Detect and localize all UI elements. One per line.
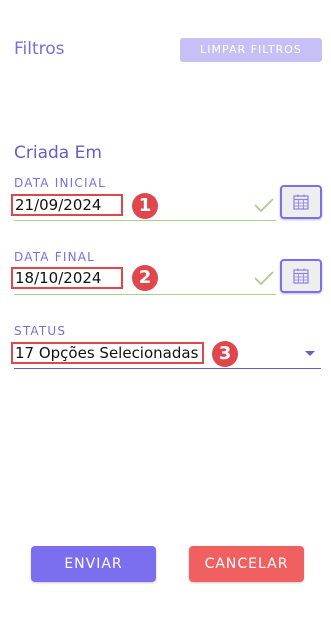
start-date-underline [14,220,276,221]
start-date-calendar-button[interactable] [280,185,322,219]
status-label: STATUS [14,324,67,338]
status-underline [14,368,321,369]
end-date-input[interactable]: 18/10/2024 [11,267,123,289]
end-date-label: DATA FINAL [14,250,96,264]
status-select[interactable]: 17 Opções Selecionadas [11,342,204,364]
end-date-underline [14,294,276,295]
annotation-badge-2: 2 [132,265,158,291]
submit-button[interactable]: ENVIAR [31,546,156,582]
check-icon [254,271,274,285]
dropdown-caret-icon[interactable] [305,351,315,356]
section-title: Criada Em [14,143,102,163]
page-title: Filtros [14,39,65,59]
calendar-icon [293,194,309,210]
clear-filters-button[interactable]: LIMPAR FILTROS [180,38,322,62]
start-date-label: DATA INICIAL [14,176,106,190]
start-date-input[interactable]: 21/09/2024 [11,194,123,216]
end-date-calendar-button[interactable] [280,259,322,293]
check-icon [254,198,274,212]
annotation-badge-1: 1 [132,193,158,219]
calendar-icon [293,268,309,284]
cancel-button[interactable]: CANCELAR [189,546,304,582]
annotation-badge-3: 3 [212,341,238,367]
